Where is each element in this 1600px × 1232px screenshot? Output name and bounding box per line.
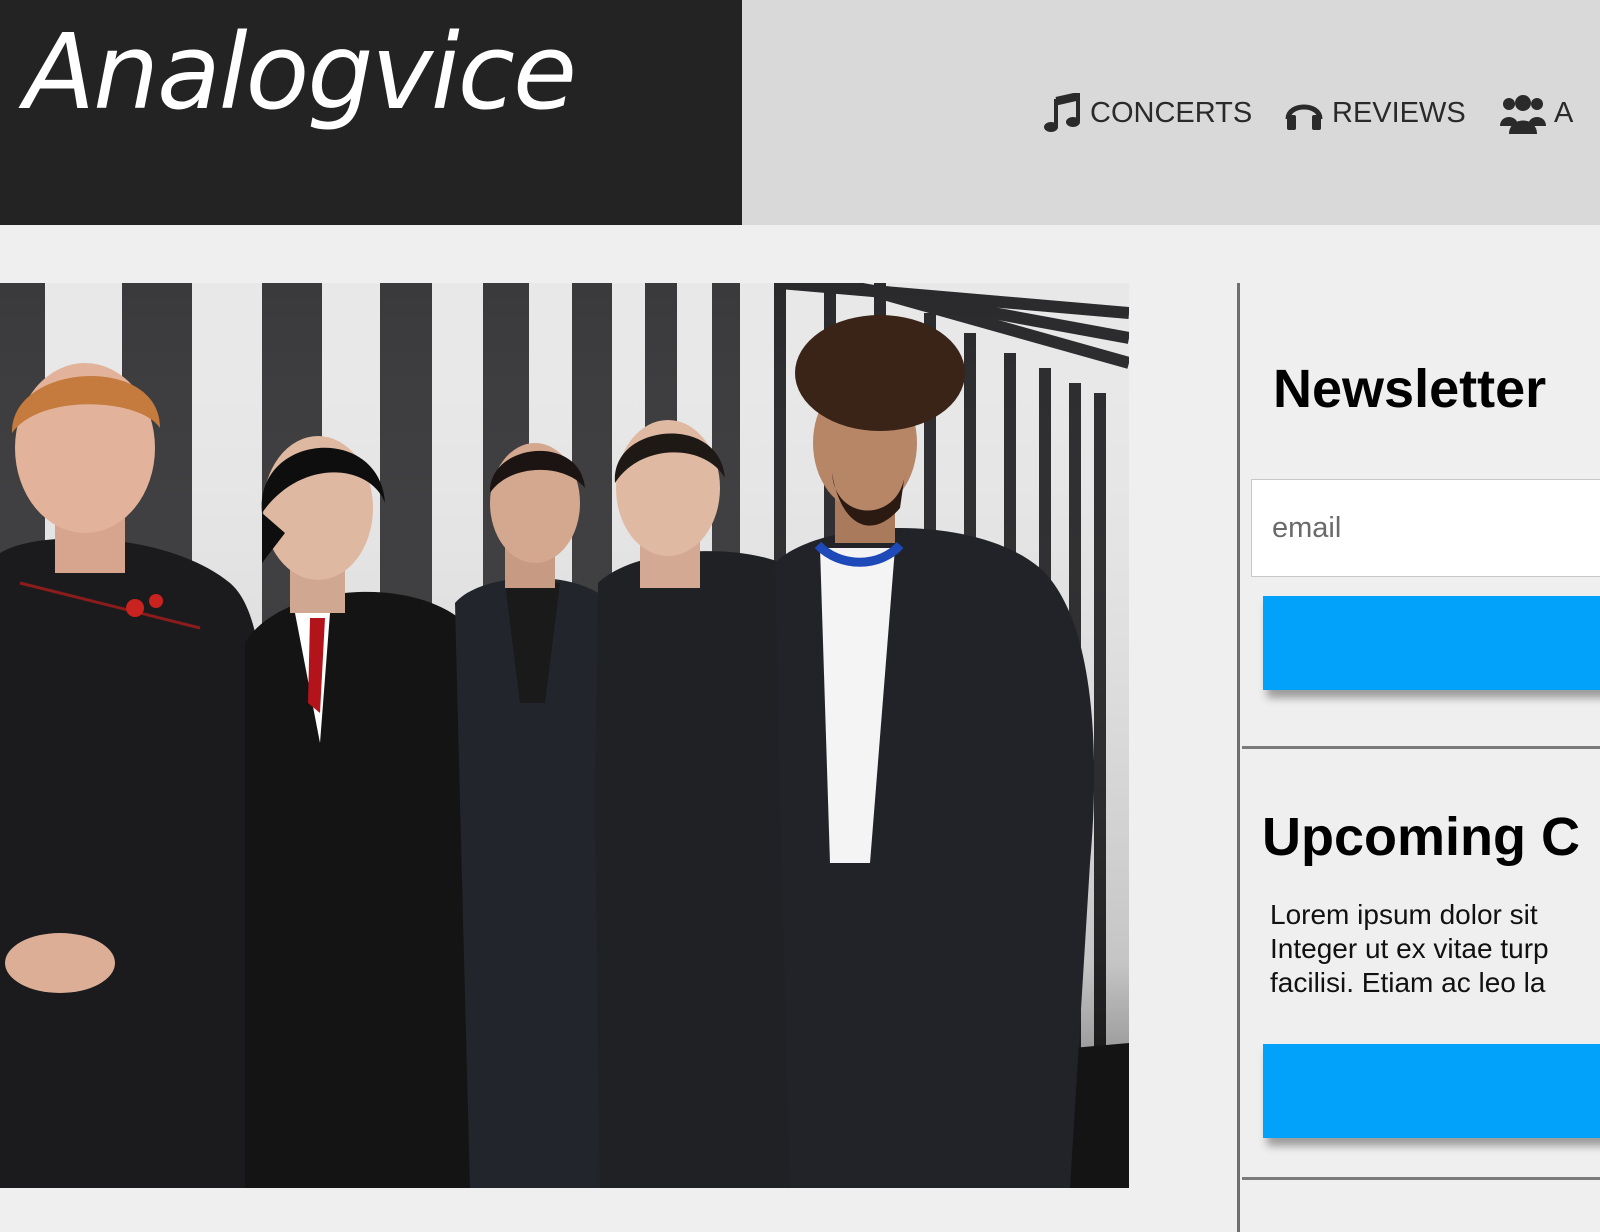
users-icon <box>1500 95 1546 134</box>
nav-item-reviews[interactable]: REVIEWS <box>1284 92 1466 134</box>
nav-label-concerts: CONCERTS <box>1090 96 1253 129</box>
newsletter-email-input[interactable] <box>1251 479 1600 577</box>
newsletter-subscribe-button[interactable] <box>1263 596 1600 690</box>
nav-label-about: A <box>1554 96 1574 129</box>
headphones-icon <box>1285 104 1323 130</box>
upcoming-description-line: facilisi. Etiam ac leo la <box>1270 967 1546 998</box>
sidebar-divider-vertical <box>1237 283 1240 1232</box>
site-logo[interactable]: Analogvice <box>24 20 577 124</box>
sidebar-divider <box>1242 1177 1600 1180</box>
upcoming-description-line: Integer ut ex vitae turp <box>1270 933 1549 964</box>
music-note-icon <box>1044 93 1080 132</box>
upcoming-description-line: Lorem ipsum dolor sit <box>1270 899 1538 930</box>
upcoming-description: Lorem ipsum dolor sit Integer ut ex vita… <box>1270 898 1600 1000</box>
band-photo-illustration <box>0 283 1129 1188</box>
logo-block[interactable]: Analogvice <box>0 0 742 225</box>
upcoming-concerts-title: Upcoming C <box>1262 807 1580 867</box>
newsletter-title: Newsletter <box>1273 359 1547 419</box>
hero-band-photo <box>0 283 1129 1188</box>
upcoming-concerts-button[interactable] <box>1263 1044 1600 1138</box>
nav-item-about[interactable]: A <box>1500 92 1573 134</box>
sidebar-divider <box>1242 746 1600 749</box>
nav-item-concerts[interactable]: CONCERTS <box>1044 92 1252 134</box>
main-nav: CONCERTS REVIEWS A <box>742 0 1600 225</box>
nav-label-reviews: REVIEWS <box>1332 96 1466 129</box>
